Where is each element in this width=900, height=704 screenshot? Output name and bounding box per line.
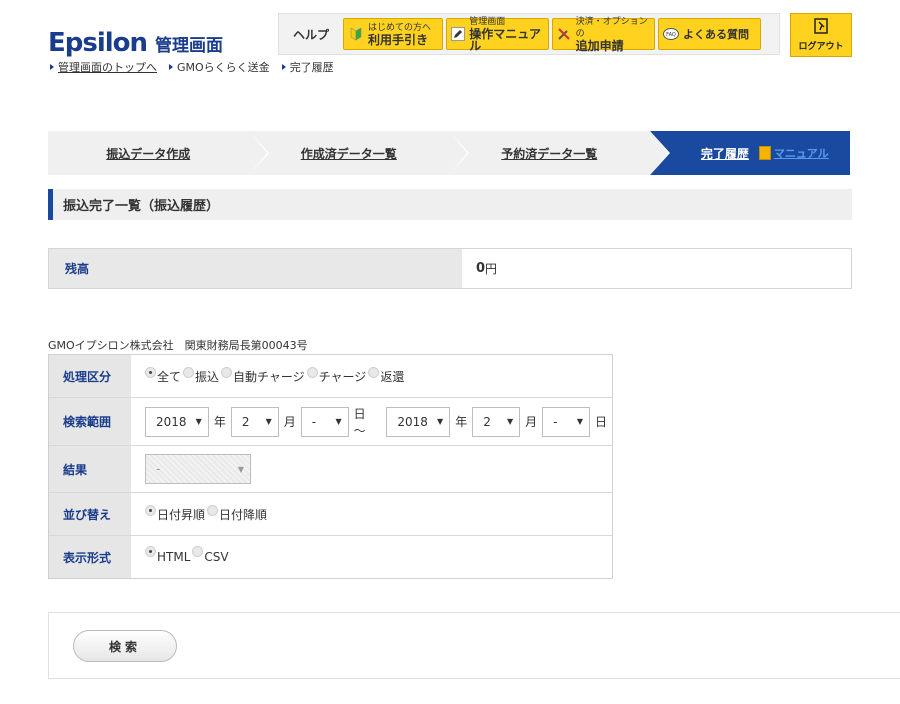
application-button[interactable]: 決済・オプションの 追加申請 xyxy=(552,17,655,53)
sort-label: 並び替え xyxy=(49,493,131,535)
book-icon xyxy=(758,146,771,160)
tab-create-data[interactable]: 振込データ作成 xyxy=(48,131,269,175)
manual-link[interactable]: マニュアル xyxy=(758,145,829,161)
tools-icon xyxy=(557,26,572,42)
guide-button-label: 利用手引き xyxy=(368,33,429,47)
guide-button[interactable]: はじめての方へ 利用手引き xyxy=(343,18,443,50)
search-button[interactable]: 検索 xyxy=(73,630,177,662)
to-day-select[interactable]: - ▼ xyxy=(542,406,590,437)
tab-reserved-list-label: 予約済データ一覧 xyxy=(501,146,598,161)
sort-radio-asc[interactable]: 日付昇順 xyxy=(145,504,205,523)
type-row: 処理区分 全て 振込 自動チャージ チャージ 返還 xyxy=(49,355,612,398)
logo-text: Epsilon xyxy=(48,28,148,58)
type-label: 処理区分 xyxy=(49,355,131,397)
beginner-mark-icon xyxy=(348,26,364,42)
step-navigation: 振込データ作成 作成済データ一覧 予約済データ一覧 完了履歴 マニュアル xyxy=(48,131,850,175)
type-radio-all[interactable]: 全て xyxy=(145,366,181,385)
format-row: 表示形式 HTML CSV xyxy=(49,536,612,578)
application-button-small: 決済・オプションの xyxy=(575,17,648,39)
type-radio-refund[interactable]: 返還 xyxy=(368,366,404,385)
type-radio-auto-charge[interactable]: 自動チャージ xyxy=(221,366,305,385)
format-label: 表示形式 xyxy=(49,536,131,578)
format-radio-csv[interactable]: CSV xyxy=(192,546,229,564)
tab-completed-history-label: 完了履歴 xyxy=(700,146,749,161)
result-select[interactable]: - ▼ xyxy=(145,454,251,484)
section-title: 振込完了一覧（振込履歴） xyxy=(48,189,852,220)
result-row: 結果 - ▼ xyxy=(49,446,612,493)
from-month-select[interactable]: 2 ▼ xyxy=(230,406,279,437)
logo-subtitle: 管理画面 xyxy=(155,36,224,56)
balance-amount: 0 xyxy=(476,261,486,276)
epsilon-logo[interactable]: Epsilon 管理画面 xyxy=(48,28,223,58)
search-button-area: 検索 xyxy=(48,612,900,679)
tab-reserved-list[interactable]: 予約済データ一覧 xyxy=(449,131,670,175)
balance-label: 残高 xyxy=(49,249,462,288)
to-month-select[interactable]: 2 ▼ xyxy=(472,406,521,437)
help-bar: ヘルプ はじめての方へ 利用手引き 管理画面 操作マニュアル 決済・オプションの… xyxy=(278,13,780,55)
application-button-label: 追加申請 xyxy=(575,39,624,53)
tab-create-data-label: 振込データ作成 xyxy=(106,146,191,161)
tab-created-list[interactable]: 作成済データ一覧 xyxy=(248,131,469,175)
pencil-icon xyxy=(451,26,466,42)
tab-created-list-label: 作成済データ一覧 xyxy=(300,146,397,161)
balance-unit: 円 xyxy=(485,262,498,276)
faq-button[interactable]: FAQ よくある質問 xyxy=(658,18,761,50)
breadcrumb-top[interactable]: 管理画面のトップへ xyxy=(50,59,157,75)
balance-row: 残高 0 円 xyxy=(48,248,852,289)
breadcrumb-current: 完了履歴 xyxy=(282,59,334,75)
breadcrumb-service: GMOらくらく送金 xyxy=(169,59,270,75)
breadcrumb: 管理画面のトップへ GMOらくらく送金 完了履歴 xyxy=(50,59,346,75)
tab-completed-history[interactable]: 完了履歴 マニュアル xyxy=(649,131,850,175)
from-year-select[interactable]: 2018 ▼ xyxy=(145,406,209,437)
logout-label: ログアウト xyxy=(798,42,844,52)
from-day-select[interactable]: - ▼ xyxy=(300,406,349,437)
search-form: 処理区分 全て 振込 自動チャージ チャージ 返還 検索範囲 2018 ▼ 年 2… xyxy=(48,354,613,579)
format-radio-html[interactable]: HTML xyxy=(145,546,190,564)
result-label: 結果 xyxy=(49,446,131,492)
faq-button-label: よくある質問 xyxy=(683,28,749,41)
manual-button[interactable]: 管理画面 操作マニュアル xyxy=(446,17,549,53)
exit-door-icon xyxy=(814,18,828,37)
manual-button-label: 操作マニュアル xyxy=(469,27,542,53)
to-year-select[interactable]: 2018 ▼ xyxy=(386,406,451,437)
help-label: ヘルプ xyxy=(292,27,329,42)
range-row: 検索範囲 2018 ▼ 年 2 ▼ 月 - ▼ 日 〜 2018 ▼ 年 2 ▼ 月 - ▼… xyxy=(49,398,612,446)
sort-row: 並び替え 日付昇順 日付降順 xyxy=(49,493,612,536)
type-radio-charge[interactable]: チャージ xyxy=(306,366,366,385)
logout-button[interactable]: ログアウト xyxy=(790,13,852,57)
company-info: GMOイプシロン株式会社 関東財務局長第00043号 xyxy=(48,339,308,352)
manual-link-label: マニュアル xyxy=(773,147,829,160)
svg-text:FAQ: FAQ xyxy=(666,32,676,38)
type-radio-transfer[interactable]: 振込 xyxy=(183,366,219,385)
sort-radio-desc[interactable]: 日付降順 xyxy=(207,504,267,523)
faq-icon: FAQ xyxy=(663,26,679,42)
range-label: 検索範囲 xyxy=(49,398,131,445)
balance-value: 0 円 xyxy=(462,249,497,288)
